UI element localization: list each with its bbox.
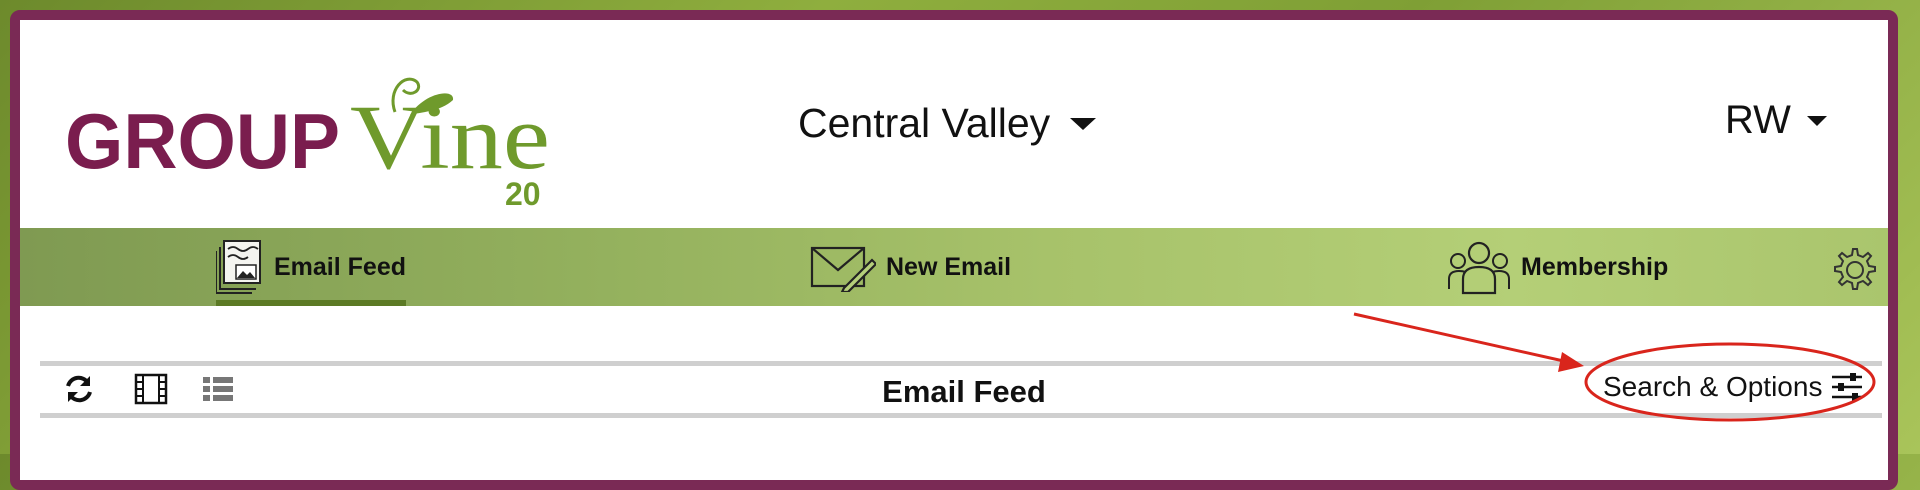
sliders-icon [1832, 373, 1863, 401]
header: GROUP Vine 20 Central Valley RW [20, 20, 1888, 228]
toolbar-divider-top [40, 361, 1882, 366]
user-menu[interactable]: RW [1725, 98, 1827, 143]
groupvine-logo: GROUP Vine 20 [65, 77, 550, 210]
people-icon [1448, 241, 1510, 295]
chevron-down-icon [1070, 117, 1097, 130]
tab-new-email[interactable]: New Email [810, 228, 1011, 306]
main-nav: Email Feed New Email Membership [20, 228, 1888, 306]
gear-icon[interactable] [1830, 245, 1880, 295]
tab-new-email-label: New Email [886, 252, 1012, 281]
tab-email-feed[interactable]: Email Feed [216, 228, 406, 306]
svg-text:20: 20 [505, 176, 541, 210]
group-name: Central Valley [798, 100, 1051, 146]
search-options-label: Search & Options [1603, 371, 1823, 402]
tab-membership[interactable]: Membership [1447, 228, 1668, 306]
envelope-pen-icon [810, 246, 876, 292]
tab-email-feed-label: Email Feed [274, 252, 406, 281]
tab-membership-label: Membership [1521, 252, 1669, 281]
group-selector[interactable]: Central Valley [798, 100, 1097, 147]
svg-text:GROUP: GROUP [65, 97, 340, 185]
user-initials: RW [1725, 98, 1791, 142]
chevron-down-icon [1806, 115, 1827, 126]
toolbar-divider-bottom [40, 413, 1882, 418]
app-window: GROUP Vine 20 Central Valley RW Email Fe… [10, 10, 1898, 490]
email-feed-icon [216, 240, 261, 294]
search-options-button[interactable]: Search & Options [1603, 370, 1864, 404]
